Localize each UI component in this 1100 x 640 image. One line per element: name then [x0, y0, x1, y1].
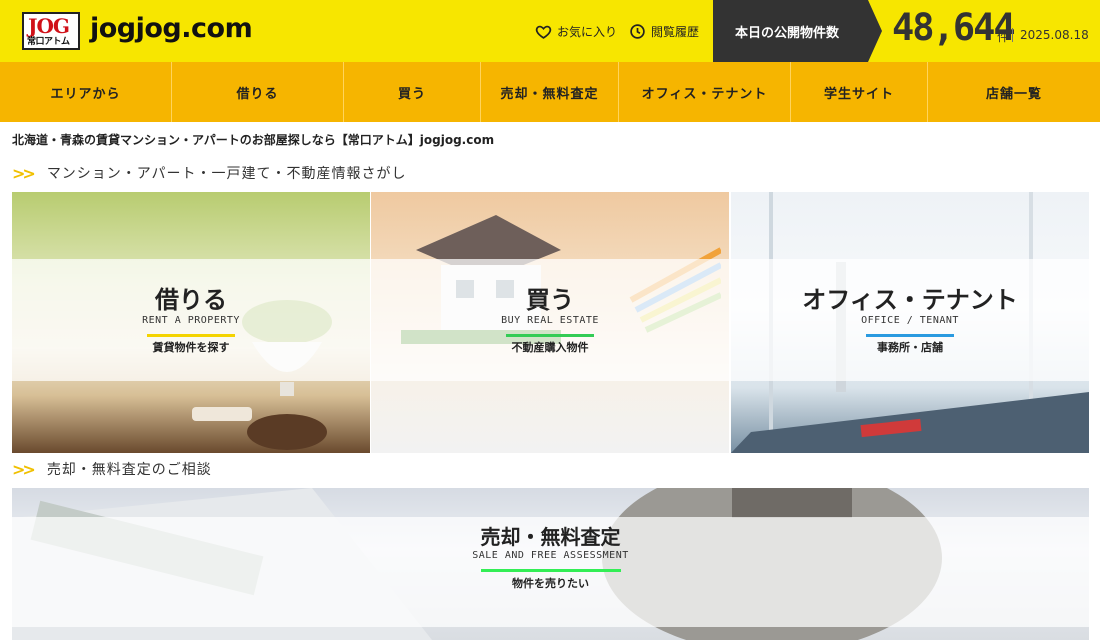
panel-accent-bar [147, 334, 235, 337]
panel-accent-bar [506, 334, 594, 337]
nav-student[interactable]: 学生サイト [791, 62, 928, 122]
panel-title: 買う [526, 286, 574, 314]
buy-panel[interactable]: 買う BUY REAL ESTATE 不動産購入物件 [371, 192, 729, 453]
panel-description: 賃貸物件を探す [152, 341, 230, 354]
count-unit: 件 [997, 30, 1010, 44]
nav-buy[interactable]: 買う [344, 62, 481, 122]
logo-subtitle: 常口アトム [27, 37, 70, 47]
count-label-text: 本日の公開物件数 [735, 25, 840, 41]
panel-subtitle: SALE AND FREE ASSESSMENT [472, 550, 629, 561]
panel-description: 不動産購入物件 [511, 341, 589, 354]
listing-count: 48,644 [892, 6, 1016, 49]
history-label: 閲覧履歴 [651, 24, 700, 39]
count-date: 2025.08.18 [1012, 28, 1089, 42]
panel-subtitle: OFFICE / TENANT [861, 315, 959, 326]
favorites-link[interactable]: お気に入り [535, 20, 617, 42]
section-heading-sale: >> 売却・無料査定のご相談 [12, 459, 212, 479]
panel-description: 事務所・店舗 [877, 341, 943, 354]
panel-title: 売却・無料査定 [480, 525, 621, 549]
main-nav: エリアから 借りる 買う 売却・無料査定 オフィス・テナント 学生サイト 店舗一… [0, 62, 1100, 122]
panel-description: 物件を売りたい [512, 577, 589, 590]
nav-rent[interactable]: 借りる [172, 62, 344, 122]
sale-panel[interactable]: 売却・無料査定 SALE AND FREE ASSESSMENT 物件を売りたい [12, 488, 1089, 640]
section-title: 売却・無料査定のご相談 [46, 462, 212, 478]
panel-title: 借りる [155, 286, 227, 314]
page-lead: 北海道・青森の賃貸マンション・アパートのお部屋探しなら【常口アトム】jogjog… [12, 133, 495, 147]
history-link[interactable]: 閲覧履歴 [629, 20, 699, 42]
nav-area[interactable]: エリアから [0, 62, 172, 122]
panel-title: オフィス・テナント [802, 286, 1018, 314]
chevron-right-icon: >> [12, 459, 36, 479]
arrow-shape [868, 0, 882, 62]
clock-icon [630, 23, 645, 39]
panel-subtitle: BUY REAL ESTATE [501, 315, 599, 326]
heart-icon [535, 25, 552, 39]
panel-accent-bar [480, 569, 621, 572]
panel-subtitle: RENT A PROPERTY [142, 315, 240, 326]
panel-accent-bar [866, 334, 954, 337]
header: JOG 常口アトム jogjog.com お気に入り 閲覧履歴 本日の公開物件数… [0, 0, 1100, 62]
site-name[interactable]: jogjog.com [90, 13, 253, 44]
logo[interactable]: JOG 常口アトム [22, 12, 80, 50]
section-title: マンション・アパート・一戸建て・不動産情報さがし [46, 166, 407, 182]
nav-sell[interactable]: 売却・無料査定 [481, 62, 619, 122]
listing-count-label: 本日の公開物件数 [713, 0, 882, 62]
chevron-right-icon: >> [12, 163, 36, 183]
favorites-label: お気に入り [557, 24, 618, 39]
nav-stores[interactable]: 店舗一覧 [928, 62, 1100, 122]
rent-panel[interactable]: 借りる RENT A PROPERTY 賃貸物件を探す [12, 192, 370, 453]
nav-office[interactable]: オフィス・テナント [619, 62, 791, 122]
office-panel[interactable]: オフィス・テナント OFFICE / TENANT 事務所・店舗 [731, 192, 1089, 453]
section-heading-search: >> マンション・アパート・一戸建て・不動産情報さがし [12, 163, 407, 183]
